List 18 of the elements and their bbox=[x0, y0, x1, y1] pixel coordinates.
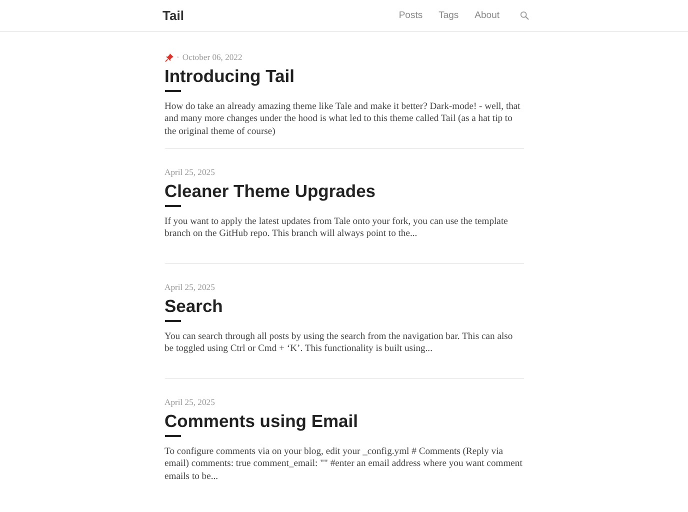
post-excerpt: How do take an already amazing theme like Tale and make it better? Dark-mode! - well, that and many more changes under the hood is what led to this theme called Tail (as a hat tip to the original theme of course) bbox=[164, 101, 522, 138]
separator: · bbox=[176, 52, 180, 62]
search-icon[interactable] bbox=[520, 11, 528, 20]
nav-link[interactable]: Tags bbox=[438, 10, 459, 21]
post-title[interactable]: Search bbox=[164, 296, 223, 317]
post-title[interactable]: Introducing Tail bbox=[164, 66, 294, 87]
post-date: October 06, 2022 bbox=[182, 52, 242, 62]
nav-link[interactable]: Posts bbox=[398, 10, 423, 21]
post-date: April 25, 2025 bbox=[164, 167, 215, 177]
nav-link[interactable]: About bbox=[474, 10, 500, 21]
post-excerpt: To configure comments via on your blog, edit your _config.yml # Comments (Reply via email) comments: true comment_email: "" #enter an email address where you want comment emails to be... bbox=[164, 446, 524, 484]
post-date: April 25, 2025 bbox=[164, 282, 215, 292]
site-title[interactable]: Tail bbox=[162, 8, 399, 23]
post-title[interactable]: Cleaner Theme Upgrades bbox=[164, 181, 376, 202]
post-excerpt: If you want to apply the latest updates from Tale onto your fork, you can use the template branch on the GitHub repo. This branch will always point to the... bbox=[164, 216, 509, 241]
post-title[interactable]: Comments using Email bbox=[164, 411, 358, 432]
post-excerpt: You can search through all posts by using the search from the navigation bar. This can also be toggled using Ctrl or Cmd + ‘K’. This functionality is built using... bbox=[164, 331, 514, 356]
post-date: April 25, 2025 bbox=[164, 397, 215, 407]
